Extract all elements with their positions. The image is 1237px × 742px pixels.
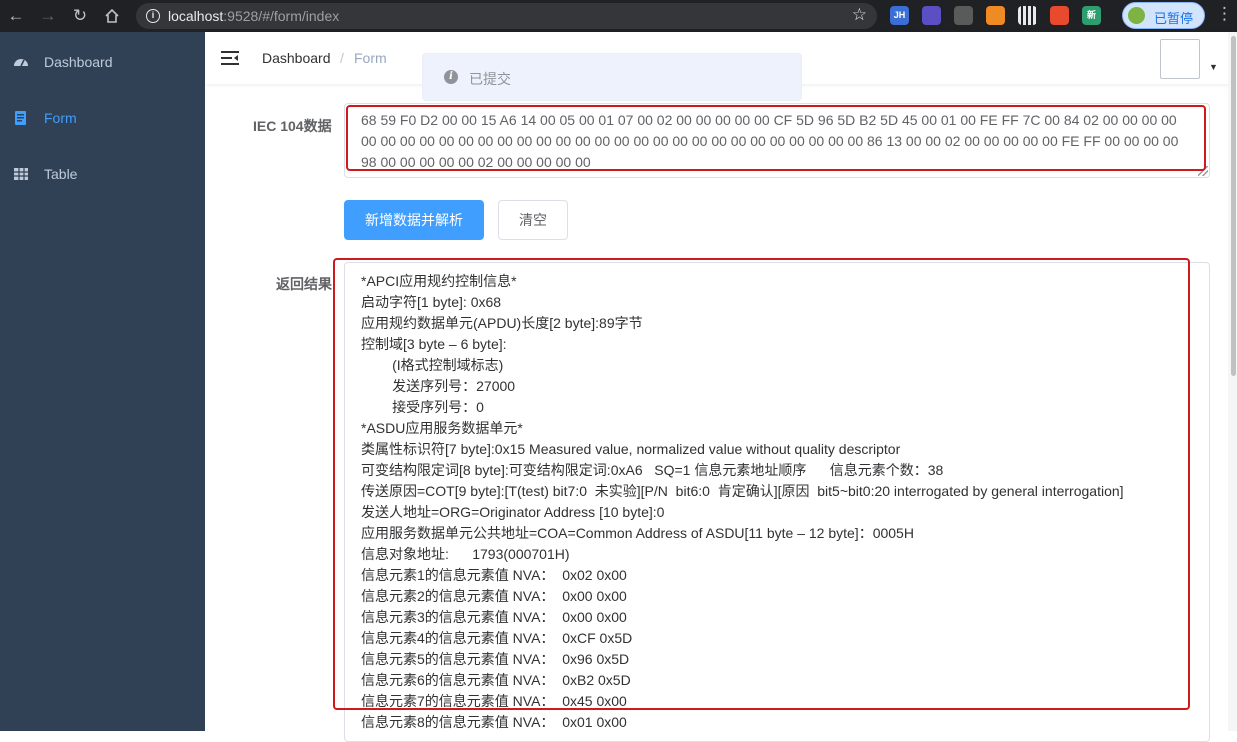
purple-extension-icon[interactable] xyxy=(922,6,941,25)
result-line: 信息元素8的信息元素值 NVA： 0x01 0x00 xyxy=(361,714,627,730)
iec-data-textarea[interactable]: 68 59 F0 D2 00 00 15 A6 14 00 05 00 01 0… xyxy=(344,103,1210,178)
result-label: 返回结果 xyxy=(276,276,332,292)
result-textarea[interactable]: *APCI应用规约控制信息* 启动字符[1 byte]: 0x68 应用规约数据单元… xyxy=(344,262,1210,742)
info-icon: i xyxy=(444,70,458,84)
url-text: localhost:9528/#/form/index xyxy=(168,8,340,24)
table-icon xyxy=(14,168,28,180)
new-extension-icon[interactable]: 新 xyxy=(1082,6,1101,25)
result-line: 信息元素3的信息元素值 NVA： 0x00 0x00 xyxy=(361,609,627,625)
address-bar[interactable]: i localhost:9528/#/form/index ☆ xyxy=(136,3,877,29)
add-and-parse-button[interactable]: 新增数据并解析 xyxy=(344,200,484,240)
result-line: *ASDU应用服务数据单元* xyxy=(361,420,523,436)
hamburger-icon[interactable] xyxy=(221,50,239,66)
user-avatar[interactable] xyxy=(1160,39,1200,79)
result-line: 发送人地址=ORG=Originator Address [10 byte]:0 xyxy=(361,504,665,520)
result-line: 信息元素7的信息元素值 NVA： 0x45 0x00 xyxy=(361,693,627,709)
result-line: 控制域[3 byte – 6 byte]: xyxy=(361,336,507,352)
page-scrollbar-thumb[interactable] xyxy=(1231,36,1236,376)
sidebar-item-label: Form xyxy=(44,110,77,126)
dashboard-icon xyxy=(14,59,28,67)
message-text: 已提交 xyxy=(469,71,511,87)
result-line: 应用规约数据单元(APDU)长度[2 byte]:89字节 xyxy=(361,315,643,331)
profile-status-label: 已暂停 xyxy=(1154,11,1194,26)
sidebar-item-dashboard[interactable]: Dashboard xyxy=(0,34,205,90)
result-line: *APCI应用规约控制信息* xyxy=(361,273,517,289)
result-line: 信息元素1的信息元素值 NVA： 0x02 0x00 xyxy=(361,567,627,583)
form-icon xyxy=(15,111,26,125)
browser-toolbar: ← → ↻ i localhost:9528/#/form/index ☆ JH… xyxy=(0,0,1237,32)
sidebar-item-label: Dashboard xyxy=(44,54,113,70)
caret-down-icon[interactable]: ▼ xyxy=(1209,62,1218,72)
result-line: 应用服务数据单元公共地址=COA=Common Address of ASDU[… xyxy=(361,525,914,541)
result-line: 启动字符[1 byte]: 0x68 xyxy=(361,294,502,310)
result-line: 可变结构限定词[8 byte]:可变结构限定词:0xA6 SQ=1 信息元素地址… xyxy=(361,462,944,478)
breadcrumb-dashboard[interactable]: Dashboard xyxy=(262,50,331,66)
result-line: (I格式控制域标志) xyxy=(361,357,504,373)
reload-icon[interactable]: ↻ xyxy=(68,4,92,28)
result-line: 类属性标识符[7 byte]:0x15 Measured value, norm… xyxy=(361,441,901,457)
breadcrumb-separator: / xyxy=(340,50,344,66)
more-menu-icon[interactable]: ⋮ xyxy=(1216,4,1233,24)
qr-code-icon[interactable] xyxy=(1018,6,1037,25)
result-line: 信息元素6的信息元素值 NVA： 0xB2 0x5D xyxy=(361,672,631,688)
sidebar-item-table[interactable]: Table xyxy=(0,146,205,202)
result-line: 信息元素4的信息元素值 NVA： 0xCF 0x5D xyxy=(361,630,633,646)
profile-button[interactable]: 已暂停 xyxy=(1122,2,1205,29)
result-line: 信息对象地址: 1793(000701H) xyxy=(361,546,570,562)
breadcrumb-form: Form xyxy=(354,50,387,66)
forward-arrow-icon[interactable]: → xyxy=(36,4,60,28)
info-message: i 已提交 xyxy=(422,53,802,101)
result-line: 信息元素5的信息元素值 NVA： 0x96 0x5D xyxy=(361,651,630,667)
iec-data-label: IEC 104数据 xyxy=(253,118,332,134)
react-extension-icon[interactable] xyxy=(954,6,973,25)
sidebar-item-label: Table xyxy=(44,166,78,182)
home-icon[interactable] xyxy=(100,4,124,28)
sidebar: Dashboard Form Table xyxy=(0,32,205,731)
resize-handle-icon[interactable] xyxy=(1198,166,1208,176)
result-line: 接受序列号：0 xyxy=(361,399,484,415)
result-line: 传送原因=COT[9 byte]:[T(test) bit7:0 未实验][P/… xyxy=(361,483,1124,499)
orange-extension-icon[interactable] xyxy=(986,6,1005,25)
avatar xyxy=(1128,7,1145,24)
jh-extension-icon[interactable]: JH xyxy=(890,6,909,25)
site-info-icon[interactable]: i xyxy=(146,9,160,23)
red-extension-icon[interactable] xyxy=(1050,6,1069,25)
bookmark-star-icon[interactable]: ☆ xyxy=(852,5,867,25)
sidebar-item-form[interactable]: Form xyxy=(0,90,205,146)
result-line: 发送序列号：27000 xyxy=(361,378,516,394)
back-arrow-icon[interactable]: ← xyxy=(4,4,28,28)
clear-button[interactable]: 清空 xyxy=(498,200,568,240)
result-line: 信息元素2的信息元素值 NVA： 0x00 0x00 xyxy=(361,588,627,604)
